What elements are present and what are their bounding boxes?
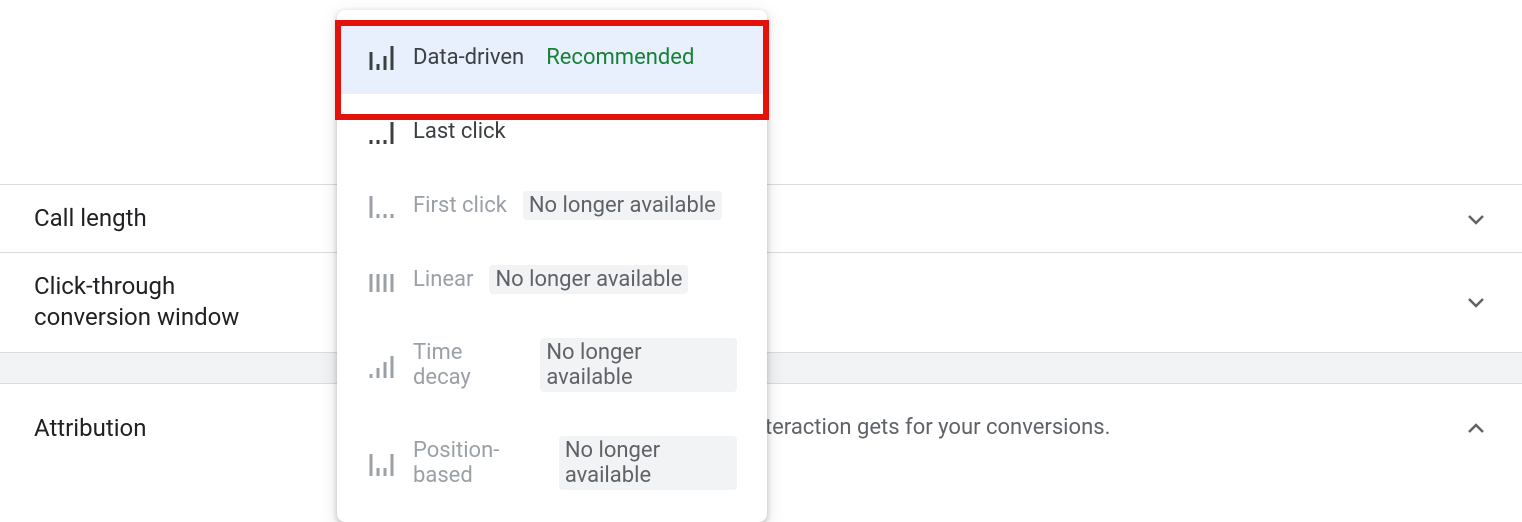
dropdown-item-linear: Linear No longer available xyxy=(337,242,767,316)
bar-chart-equal-icon xyxy=(367,264,397,294)
call-length-label: Call length xyxy=(34,203,147,234)
bar-chart-first-icon xyxy=(367,190,397,220)
unavailable-badge: No longer available xyxy=(559,436,737,490)
dropdown-item-label: Data-driven xyxy=(413,45,524,70)
bar-chart-ascending-icon xyxy=(367,350,397,380)
unavailable-badge: No longer available xyxy=(523,191,722,220)
dropdown-item-time-decay: Time decay No longer available xyxy=(337,316,767,414)
unavailable-badge: No longer available xyxy=(540,338,737,392)
dropdown-item-label: Linear xyxy=(413,267,473,292)
bar-chart-u-shape-icon xyxy=(367,448,397,478)
chevron-up-icon xyxy=(1464,416,1488,440)
dropdown-item-first-click: First click No longer available xyxy=(337,168,767,242)
dropdown-item-label: First click xyxy=(413,193,507,218)
conversion-window-label: Click-through conversion window xyxy=(34,271,294,333)
bar-chart-variable-icon xyxy=(367,42,397,72)
recommended-badge: Recommended xyxy=(540,43,700,72)
dropdown-item-label: Position-based xyxy=(413,438,543,488)
attribution-label: Attribution xyxy=(34,414,146,442)
dropdown-item-label: Last click xyxy=(413,119,506,144)
attribution-model-dropdown: Data-driven Recommended Last click First… xyxy=(337,10,767,522)
dropdown-item-last-click[interactable]: Last click xyxy=(337,94,767,168)
chevron-down-icon xyxy=(1464,207,1488,231)
unavailable-badge: No longer available xyxy=(489,265,688,294)
chevron-down-icon xyxy=(1464,290,1488,314)
dropdown-item-label: Time decay xyxy=(413,340,524,390)
dropdown-item-position-based: Position-based No longer available xyxy=(337,414,767,512)
dropdown-item-data-driven[interactable]: Data-driven Recommended xyxy=(337,20,767,94)
bar-chart-last-icon xyxy=(367,116,397,146)
